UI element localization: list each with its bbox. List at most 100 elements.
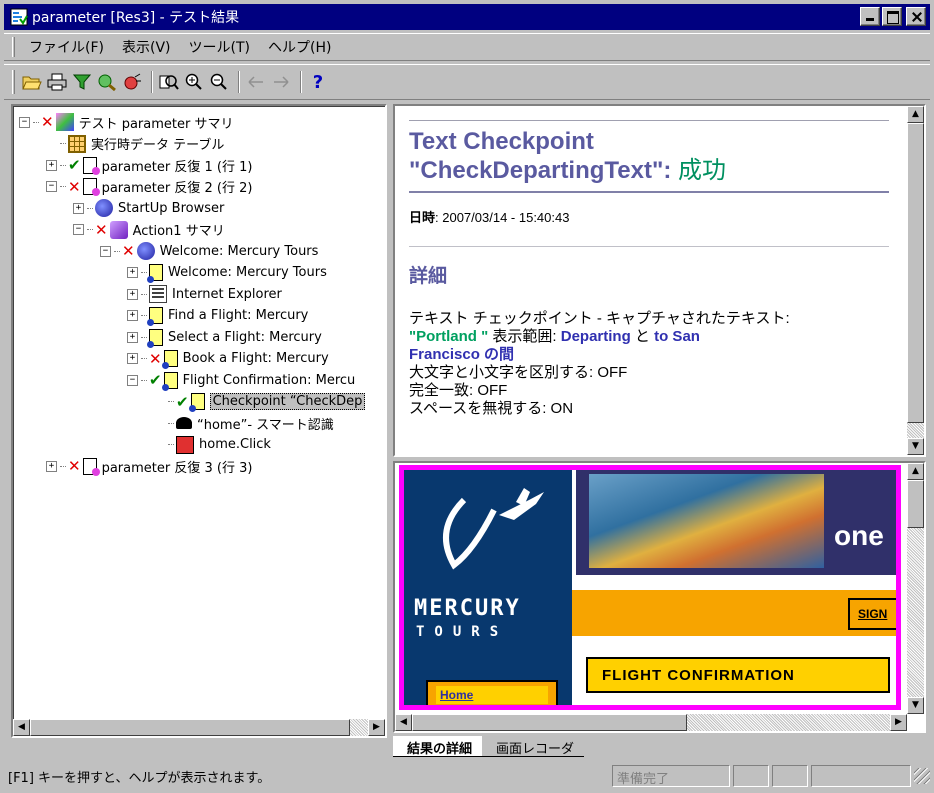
- tree-node[interactable]: − ✕ Welcome: Mercury Tours: [100, 241, 318, 261]
- status-state: 準備完了: [612, 765, 730, 787]
- scroll-thumb[interactable]: [907, 480, 924, 528]
- tree-node[interactable]: − ✔ Flight Confirmation: Mercu: [127, 370, 355, 391]
- resize-grip-icon[interactable]: [914, 768, 930, 784]
- scroll-down-button[interactable]: ▼: [907, 438, 924, 455]
- open-icon[interactable]: [21, 71, 43, 93]
- maximize-button[interactable]: [882, 7, 902, 26]
- tree-connector: [60, 164, 66, 166]
- collapse-icon[interactable]: −: [73, 224, 84, 235]
- snapshot-horizontal-scrollbar[interactable]: ◀ ▶: [395, 714, 907, 731]
- scroll-up-button[interactable]: ▲: [907, 463, 924, 480]
- tree-node[interactable]: + StartUp Browser: [73, 198, 224, 218]
- tree-node-label: Welcome: Mercury Tours: [168, 265, 327, 280]
- tree-node[interactable]: − ✕ テスト parameter サマリ: [19, 112, 233, 132]
- range-to: to San: [654, 328, 700, 345]
- scroll-down-button[interactable]: ▼: [907, 697, 924, 714]
- scroll-thumb[interactable]: [412, 714, 687, 731]
- collapse-icon[interactable]: −: [19, 116, 30, 128]
- screen-snapshot-panel: MERCURY TOURS Home one SIGN FLIGHT CONFI…: [393, 461, 926, 733]
- tree-connector: [168, 401, 174, 402]
- scroll-right-button[interactable]: ▶: [890, 714, 907, 731]
- expand-icon[interactable]: +: [46, 460, 57, 472]
- menu-file[interactable]: ファイル(F): [29, 37, 104, 57]
- zoom-fit-icon[interactable]: [158, 71, 180, 93]
- tab-result-details[interactable]: 結果の詳細: [393, 736, 483, 757]
- arrow-right-icon[interactable]: [270, 71, 292, 93]
- zoom-in-icon[interactable]: [183, 71, 205, 93]
- tree-node[interactable]: home.Click: [154, 435, 271, 455]
- tree-connector: [87, 207, 93, 209]
- tree-node[interactable]: − ✕ Action1 サマリ: [73, 220, 225, 240]
- close-button[interactable]: [906, 7, 926, 26]
- expand-icon[interactable]: +: [127, 310, 138, 321]
- failed-icon: ✕: [68, 457, 81, 475]
- minimize-button[interactable]: [860, 7, 880, 26]
- iteration-icon: [82, 156, 100, 175]
- print-icon[interactable]: [46, 71, 68, 93]
- scroll-left-button[interactable]: ◀: [395, 714, 412, 731]
- tree-node[interactable]: ✔ Checkpoint “CheckDep: [154, 392, 366, 412]
- filter-icon[interactable]: [71, 71, 93, 93]
- result-vertical-scrollbar[interactable]: ▲ ▼: [907, 106, 924, 455]
- globe-icon: [136, 242, 155, 260]
- tree-node[interactable]: “home”- スマート認識: [154, 413, 334, 433]
- arrow-left-icon[interactable]: [245, 71, 267, 93]
- tree-node[interactable]: + Select a Flight: Mercury: [127, 327, 322, 348]
- collapse-icon[interactable]: −: [127, 374, 138, 386]
- tree-node[interactable]: 実行時データ テーブル: [46, 134, 224, 154]
- home-link[interactable]: Home: [436, 686, 548, 704]
- tree-connector: [114, 250, 120, 252]
- collapse-icon[interactable]: −: [46, 181, 57, 192]
- tree-node[interactable]: + Find a Flight: Mercury: [127, 306, 308, 326]
- tree-node[interactable]: + ✕ parameter 反復 3 (行 3): [46, 456, 252, 476]
- tree-connector: [141, 272, 147, 273]
- expand-icon[interactable]: +: [127, 288, 138, 300]
- sign-link[interactable]: SIGN: [848, 598, 896, 630]
- snapshot-vertical-scrollbar[interactable]: ▲ ▼: [907, 463, 924, 714]
- tab-screen-recorder[interactable]: 画面レコーダ: [482, 736, 585, 757]
- results-tree[interactable]: − ✕ テスト parameter サマリ 実行時データ テーブル + ✔ paramete…: [11, 104, 387, 738]
- result-details-panel: Text Checkpoint "CheckDepartingText": 成功…: [393, 104, 926, 457]
- menu-view[interactable]: 表示(V): [122, 37, 171, 57]
- menu-tools[interactable]: ツール(T): [189, 37, 250, 57]
- page-snapshot: MERCURY TOURS Home one SIGN FLIGHT CONFI…: [399, 465, 901, 710]
- tree-node[interactable]: + ✔ parameter 反復 1 (行 1): [46, 155, 252, 175]
- scroll-thumb[interactable]: [907, 123, 924, 423]
- expand-icon[interactable]: +: [127, 331, 138, 343]
- collapse-icon[interactable]: −: [100, 245, 111, 257]
- details-heading: 詳細: [409, 266, 448, 287]
- tree-connector: [168, 444, 174, 445]
- tree-node[interactable]: + ✕ Book a Flight: Mercury: [127, 349, 329, 369]
- tree-node[interactable]: − ✕ parameter 反復 2 (行 2): [46, 177, 252, 197]
- expand-icon[interactable]: +: [127, 267, 138, 278]
- find-icon[interactable]: [96, 71, 118, 93]
- scroll-up-button[interactable]: ▲: [907, 106, 924, 123]
- tree-horizontal-scrollbar[interactable]: ◀ ▶: [13, 719, 385, 736]
- zoom-out-icon[interactable]: [208, 71, 230, 93]
- bug-icon[interactable]: [121, 71, 143, 93]
- failed-icon: ✕: [149, 349, 162, 368]
- scroll-right-button[interactable]: ▶: [368, 719, 385, 736]
- menu-help[interactable]: ヘルプ(H): [268, 37, 331, 57]
- toolbar-separator: [238, 71, 240, 93]
- title-bar[interactable]: parameter [Res3] - テスト結果: [4, 4, 930, 30]
- tree-connector: [141, 336, 147, 338]
- scroll-left-button[interactable]: ◀: [13, 719, 30, 736]
- help-icon[interactable]: ?: [307, 71, 329, 93]
- smart-icon: [176, 417, 192, 429]
- tree-node-label: parameter 反復 2 (行 2): [101, 181, 253, 196]
- window-icon: [149, 285, 167, 303]
- tree-connector: [60, 143, 66, 144]
- expand-icon[interactable]: +: [73, 202, 84, 214]
- scroll-thumb[interactable]: [30, 719, 350, 736]
- tree-node[interactable]: + Welcome: Mercury Tours: [127, 263, 327, 283]
- tree-connector: [141, 293, 147, 295]
- tree-node-label: Book a Flight: Mercury: [182, 351, 329, 366]
- expand-icon[interactable]: +: [127, 353, 138, 364]
- tree-node-label: Find a Flight: Mercury: [168, 308, 309, 323]
- tree-node-label: parameter 反復 3 (行 3): [101, 460, 253, 476]
- tree-node[interactable]: + Internet Explorer: [127, 284, 282, 304]
- expand-icon[interactable]: +: [46, 159, 57, 171]
- captured-text: "Portland ": [409, 328, 489, 345]
- page-icon: [147, 307, 163, 326]
